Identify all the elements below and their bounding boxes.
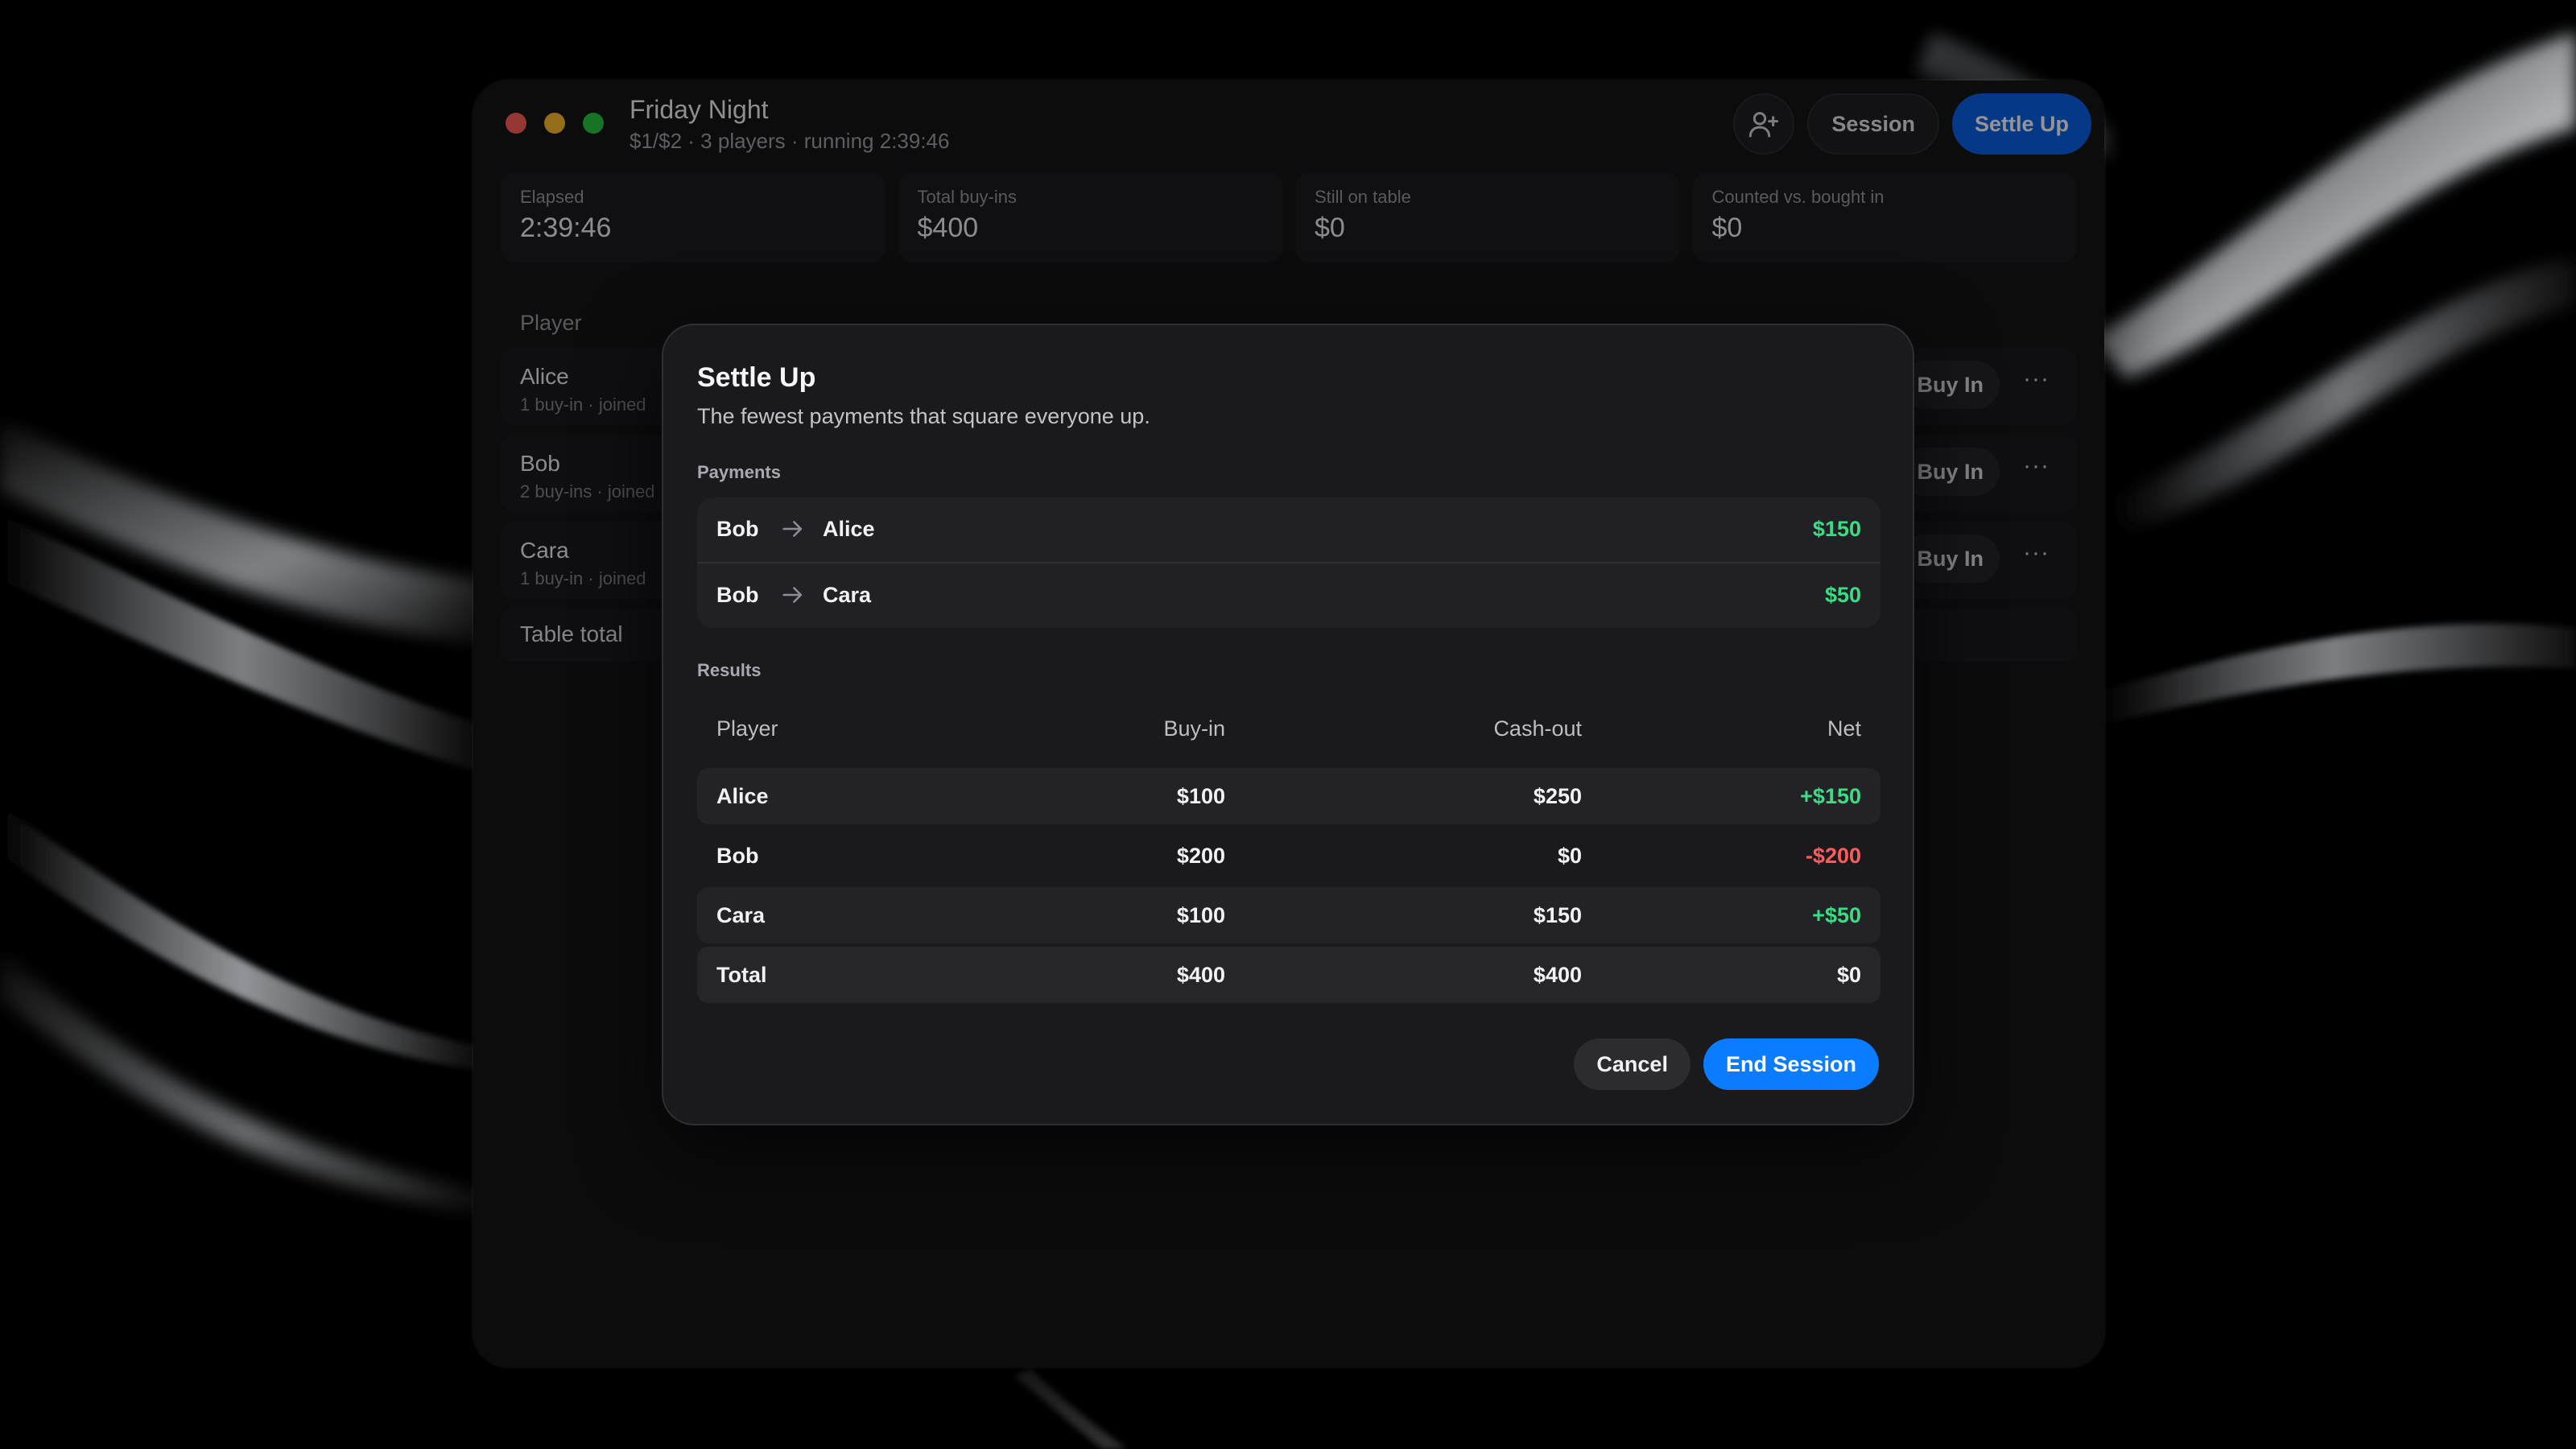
column-header-buy-in: Buy-in: [1163, 716, 1225, 741]
results-row-cara: Cara $100 $150 +$50: [697, 887, 1880, 943]
payment-row: Bob Cara $50: [697, 562, 1880, 628]
payments-section-label: Payments: [697, 462, 781, 482]
payment-from: Bob: [716, 583, 759, 607]
payment-from: Bob: [716, 517, 759, 541]
payment-to: Alice: [823, 517, 875, 541]
result-player: Cara: [716, 903, 766, 927]
result-player: Alice: [716, 784, 769, 808]
dialog-actions: Cancel End Session: [1574, 1038, 1879, 1090]
results-table: Player Buy-in Cash-out Net Alice $100 $2…: [697, 702, 1880, 1006]
results-row-bob: Bob $200 $0 -$200: [697, 828, 1880, 884]
result-total-cash-out: $400: [1533, 963, 1582, 987]
payment-row: Bob Alice $150: [697, 497, 1880, 562]
result-total-net: $0: [1836, 963, 1861, 987]
results-section-label: Results: [697, 660, 762, 680]
result-net: +$150: [1800, 784, 1861, 808]
settle-up-dialog: Settle Up The fewest payments that squar…: [662, 324, 1914, 1125]
result-total-buy-in: $400: [1176, 963, 1225, 987]
result-buy-in: $100: [1176, 784, 1225, 808]
dialog-title: Settle Up: [697, 362, 816, 393]
cancel-button[interactable]: Cancel: [1574, 1038, 1690, 1090]
arrow-right-icon: [782, 587, 803, 603]
result-cash-out: $150: [1533, 903, 1582, 927]
results-row-alice: Alice $100 $250 +$150: [697, 768, 1880, 824]
result-buy-in: $100: [1176, 903, 1225, 927]
results-table-header: Player Buy-in Cash-out Net: [697, 702, 1880, 768]
end-session-button[interactable]: End Session: [1703, 1038, 1879, 1090]
result-net: -$200: [1805, 844, 1861, 868]
arrow-right-icon: [782, 521, 803, 537]
dialog-subtitle: The fewest payments that square everyone…: [697, 404, 1150, 428]
result-player: Bob: [716, 844, 759, 868]
payment-amount: $150: [1812, 517, 1861, 541]
result-cash-out: $250: [1533, 784, 1582, 808]
column-header-player: Player: [716, 716, 778, 741]
payment-amount: $50: [1824, 583, 1861, 607]
result-total-label: Total: [716, 963, 767, 987]
result-cash-out: $0: [1557, 844, 1582, 868]
column-header-cash-out: Cash-out: [1493, 716, 1582, 741]
result-buy-in: $200: [1176, 844, 1225, 868]
payment-to: Cara: [823, 583, 872, 607]
column-header-net: Net: [1827, 716, 1861, 741]
result-net: +$50: [1812, 903, 1861, 927]
payments-list: Bob Alice $150 Bob Cara $50: [697, 497, 1880, 628]
results-total-row: Total $400 $400 $0: [697, 947, 1880, 1003]
